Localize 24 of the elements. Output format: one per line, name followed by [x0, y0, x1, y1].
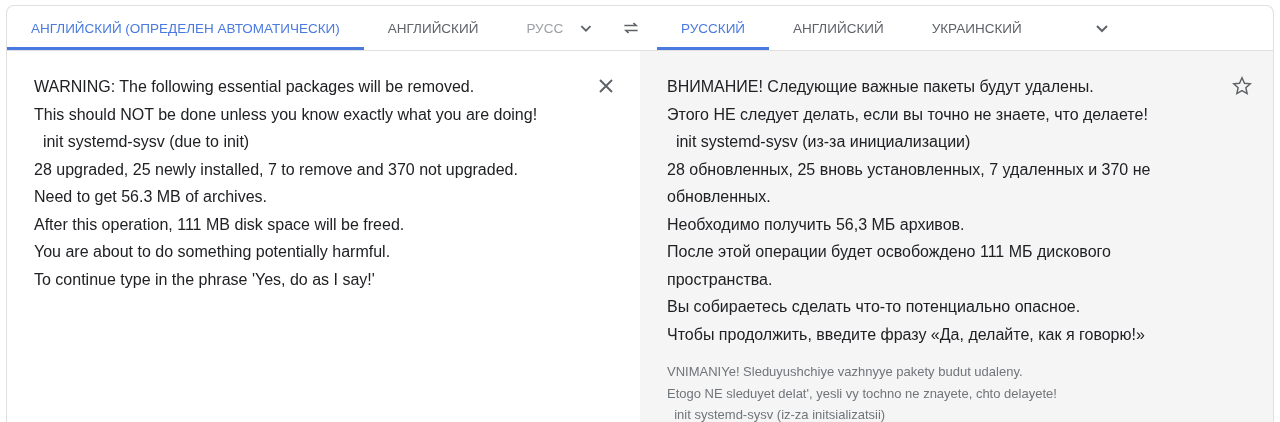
translation-line: init systemd-sysv (из-за инициализации): [674, 132, 972, 152]
language-tab[interactable]: АНГЛИЙСКИЙ: [769, 6, 908, 50]
source-text-line: WARNING: The following essential packages will be removed.: [34, 77, 476, 97]
source-text-line: init systemd-sysv (due to init): [41, 132, 251, 152]
translation-line: Вы собираетесь сделать что-то потенциально опасное.: [667, 297, 1082, 317]
language-tab[interactable]: УКРАИНСКИЙ: [907, 6, 1046, 50]
translation-line: После этой операции будет освобождено 111 МБ дискового пространства.: [667, 242, 1112, 290]
source-text-line: After this operation, 111 MB disk space will be freed.: [34, 214, 406, 235]
language-tab[interactable]: АНГЛИЙСКИЙ: [363, 6, 503, 50]
language-tab[interactable]: АНГЛИЙСКИЙ (ОПРЕДЕЛЕН АВТОМАТИЧЕСКИ): [7, 6, 364, 50]
source-text-line: This should NOT be done unless you know exactly what you are doing!: [34, 104, 539, 125]
translation-line: Необходимо получить 56,3 МБ архивов.: [667, 214, 966, 235]
transliteration-line: VNIMANIYe! Sleduyushchiye vazhnyye pakety budut udaleny.: [667, 363, 1024, 381]
translation-line: Чтобы продолжить, введите фразу «Да, делайте, как я говорю!»: [667, 324, 1146, 345]
translation-line: 28 обновленных, 25 вновь установленных, 7 удаленных и 370 не обновленных.: [667, 159, 1152, 207]
translation-line: ВНИМАНИЕ! Следующие важные пакеты будут удалены.: [667, 77, 1095, 97]
translation-line: Этого НЕ следует делать, если вы точно не знаете, что делаете!: [667, 104, 1149, 125]
transliteration-line: Etogo NE sleduyet delat', yesli vy tochno ne znayete, chto delayete!: [667, 384, 1058, 403]
source-text-line: To continue type in the phrase 'Yes, do as I say!': [34, 269, 376, 290]
star-icon[interactable]: [1231, 75, 1253, 97]
source-text-line: Need to get 56.3 MB of archives.: [34, 187, 268, 207]
source-text-line: You are about to do something potentially harmful.: [34, 242, 392, 262]
transliteration-line: init systemd-sysv (iz-za initsializatsii): [673, 406, 887, 422]
source-text-line: 28 upgraded, 25 newly installed, 7 to remove and 370 not upgraded.: [34, 159, 519, 180]
